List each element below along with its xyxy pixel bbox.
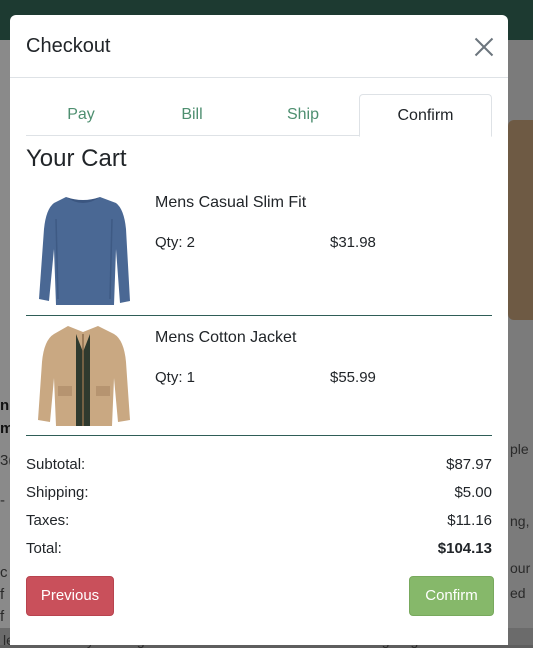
item-price: $31.98 [330,234,376,251]
modal-title: Checkout [26,35,111,57]
item-qty: Qty: 1 [155,369,196,386]
total-label: Total: [26,540,62,557]
taxes-label: Taxes: [26,512,70,529]
checkout-tabs: Pay Bill Ship Confirm [26,94,492,137]
shipping-label: Shipping: [26,484,89,501]
shipping-row: Shipping: $5.00 [26,484,492,508]
checkout-modal: Checkout Pay Bill Ship Confirm Your Cart… [10,15,508,645]
tab-pay[interactable]: Pay [26,94,136,134]
close-icon[interactable] [474,37,494,57]
background-text-fragment: n [0,397,10,414]
background-text-fragment: c [0,564,8,581]
confirm-button[interactable]: Confirm [409,576,494,616]
cart-item: Mens Casual Slim Fit Qty: 2 $31.98 [26,187,492,313]
item-price: $55.99 [330,369,376,386]
cart-item: Mens Cotton Jacket Qty: 1 $55.99 [26,322,492,435]
tab-bill[interactable]: Bill [136,94,248,134]
background-product-image [508,120,533,320]
blue-long-sleeve-shirt-image [39,197,130,305]
cart-title: Your Cart [26,145,127,172]
item-name: Mens Casual Slim Fit [155,194,307,211]
modal-header: Checkout [10,15,508,78]
item-divider [26,435,492,436]
taxes-row: Taxes: $11.16 [26,512,492,536]
background-text-fragment: our [510,560,531,576]
background-text-fragment: f [0,586,5,603]
total-row: Total: $104.13 [26,540,492,564]
previous-button[interactable]: Previous [26,576,114,616]
tab-ship[interactable]: Ship [248,94,358,134]
tab-confirm[interactable]: Confirm [359,94,492,137]
subtotal-label: Subtotal: [26,456,86,473]
background-text-fragment: ple [510,441,529,457]
background-text-fragment: f [0,608,5,625]
subtotal-row: Subtotal: $87.97 [26,456,492,480]
background-left-panel [0,40,10,645]
item-name: Mens Cotton Jacket [155,329,297,346]
background-text-fragment: - [0,492,5,509]
tan-cotton-jacket-image [38,326,130,426]
item-qty: Qty: 2 [155,234,196,251]
shipping-value: $5.00 [454,484,492,501]
item-divider [26,315,492,316]
background-text-fragment: ed [510,585,526,601]
subtotal-value: $87.97 [446,456,492,473]
total-value: $104.13 [437,540,492,557]
background-text-fragment: ng, [510,513,530,529]
taxes-value: $11.16 [447,512,492,529]
